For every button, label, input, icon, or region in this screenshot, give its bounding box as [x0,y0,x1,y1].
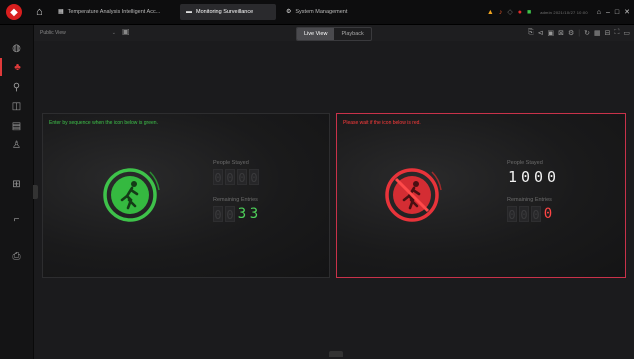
left-nav: ◍ ♣ ⚲ ◫ ▤ ♙ ⊞ ⌐ ⎙ [0,25,34,359]
fullscreen-icon[interactable]: ⛶ [614,29,619,37]
stats-block: People Stayed 1 0 0 0 Remaining Entries … [507,160,627,234]
layout-icon[interactable]: ◫ [0,97,33,115]
view-tools: ⎘ ⊲ ▣ ⊠ ⚙ | ↻ ▦ ⊟ ⛶ ▭ [528,27,630,39]
home-icon[interactable]: ⌂ [36,6,43,18]
minimize-panel-icon[interactable]: ▭ [623,29,630,37]
gear-icon: ⚙ [286,9,292,15]
walk-allowed-icon [95,160,165,230]
split-screen-icon[interactable]: ▦ [594,29,601,37]
counter-digit: 0 [546,168,557,186]
entry-panel-red[interactable]: Please wait if the icon below is red. Pe… [336,113,626,278]
app-logo: ◆ [6,4,22,20]
counter-digit: 0 [249,169,259,185]
user-label: admin 2021/10/27 10:00 [540,9,588,15]
counter-digit: 3 [237,206,247,222]
counter-digit: 0 [520,168,531,186]
close-icon[interactable]: ✕ [624,8,630,16]
stats-block: People Stayed 0 0 0 0 Remaining Entries … [213,160,333,234]
no-entry-icon [377,160,447,230]
warning-icon[interactable]: ▲ [487,9,494,16]
remaining-entries-label: Remaining Entries [213,197,258,203]
gun-camera-icon[interactable]: ⌐ [0,210,33,228]
people-stayed-label: People Stayed [507,160,543,166]
remaining-entries-counter: 0 0 3 3 [213,206,333,222]
fisheye-icon[interactable]: ⊠ [558,29,564,37]
video-icon: ▬ [186,9,192,15]
counter-digit: 0 [519,206,529,222]
people-icon[interactable]: ♣ [0,58,33,76]
separator: | [578,29,581,37]
person-icon[interactable]: ♙ [0,136,33,154]
counter-digit: 0 [225,169,235,185]
counter-digit: 0 [213,169,223,185]
title-bar: ◆ ⌂ ▦ Temperature Analysis Intelligent Ac… [0,0,634,25]
counter-digit: 0 [531,206,541,222]
panel-message: Please wait if the icon below is red. [343,120,421,126]
grid-icon: ▦ [58,9,64,15]
view-toolbar: Public View ⌄ ▣ Live View Playback ⎘ ⊲ ▣… [34,25,634,41]
playback-button[interactable]: Playback [334,28,370,40]
lock-icon[interactable]: ⌂ [597,9,601,16]
people-stayed-counter: 0 0 0 0 [213,169,333,185]
mode-switch: Live View Playback [296,27,372,41]
alarm-icon[interactable]: ● [518,9,522,16]
stop-all-icon[interactable]: ▣ [547,29,554,37]
card-icon[interactable]: ▤ [0,117,33,135]
bottom-panel-handle[interactable] [329,351,343,357]
view-select-value: Public View [40,30,66,36]
people-stayed-label: People Stayed [213,160,249,166]
chevron-down-icon: ⌄ [111,30,116,36]
tab-system-management[interactable]: ⚙ System Management [280,4,364,20]
counter-digit: 0 [225,206,235,222]
nav-collapse-handle[interactable] [33,185,38,199]
settings-icon[interactable]: ⚙ [568,29,574,37]
save-view-icon[interactable]: ▣ [122,27,130,36]
tab-label: System Management [295,9,348,15]
counter-digit: 0 [507,206,517,222]
remaining-entries-label: Remaining Entries [507,197,552,203]
snapshot-icon[interactable]: ⎘ [528,29,534,37]
remaining-entries-counter: 0 0 0 0 [507,206,627,222]
tab-temperature-analysis[interactable]: ▦ Temperature Analysis Intelligent Acc... [52,4,176,20]
status-icon[interactable]: ■ [527,9,531,16]
tab-monitoring-surveillance[interactable]: ▬ Monitoring Surveillance [180,4,276,20]
record-icon[interactable]: ⊲ [538,29,544,37]
bell-icon[interactable]: ♪ [499,9,503,16]
view-select[interactable]: Public View ⌄ [38,28,118,38]
walk-icon[interactable]: ⚲ [0,78,33,96]
people-stayed-counter: 1 0 0 0 [507,169,627,185]
counter-digit: 0 [533,168,544,186]
maximize-icon[interactable]: □ [615,9,619,16]
counter-digit: 0 [213,206,223,222]
panel-message: Enter by sequence when the icon below is… [49,120,158,126]
export-icon[interactable]: ⎙ [0,247,33,265]
window-layout-icon[interactable]: ⊟ [605,29,611,37]
live-view-button[interactable]: Live View [297,28,335,40]
refresh-icon[interactable]: ↻ [584,29,590,37]
entry-panel-green[interactable]: Enter by sequence when the icon below is… [42,113,330,278]
bookmark-icon[interactable]: ◇ [507,8,512,16]
counter-digit: 3 [249,206,259,222]
system-tray: ▲ ♪ ◇ ● ■ admin 2021/10/27 10:00 ⌂ – □ ✕ [487,5,630,19]
globe-icon[interactable]: ◍ [0,39,33,57]
tab-label: Monitoring Surveillance [196,9,254,15]
counter-digit: 0 [543,206,553,222]
counter-digit: 1 [507,168,518,186]
counter-digit: 0 [237,169,247,185]
minimize-icon[interactable]: – [606,9,610,16]
tab-label: Temperature Analysis Intelligent Acc... [67,9,161,15]
window-icon[interactable]: ⊞ [0,175,33,193]
